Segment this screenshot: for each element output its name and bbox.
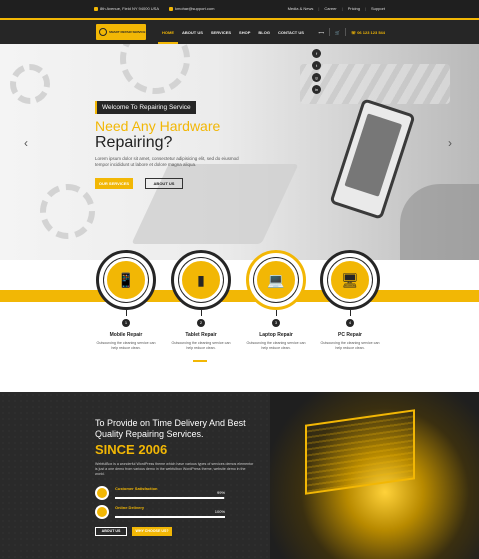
- service-title[interactable]: PC Repair: [320, 332, 380, 338]
- top-bar: 8th Avenue, Field NY 94000 USA kmohar@su…: [0, 0, 479, 18]
- since-text: SINCE 2006: [95, 442, 168, 457]
- delivery-icon: [95, 505, 109, 519]
- slider-next-icon[interactable]: ›: [448, 136, 452, 150]
- nav-shop[interactable]: SHOP: [235, 20, 254, 44]
- mobile-icon: 📱: [104, 258, 148, 302]
- toplink-pricing[interactable]: Pricing: [348, 6, 360, 11]
- nav-home[interactable]: HOME: [158, 20, 178, 44]
- share-icon[interactable]: ⟷: [318, 30, 324, 35]
- toplink-support[interactable]: Support: [371, 6, 385, 11]
- service-number: 3: [272, 319, 280, 327]
- cart-icon[interactable]: 🛒: [335, 30, 340, 35]
- laptop-icon: 💻: [254, 258, 298, 302]
- phone-icon: ☏: [351, 29, 357, 35]
- gear-decoration-icon: [120, 44, 190, 94]
- service-card[interactable]: 🖥 4 PC Repair Outsourcing the cleaning s…: [320, 250, 380, 351]
- location-icon: [94, 6, 98, 11]
- tablet-icon: ▮: [179, 258, 223, 302]
- service-circle: 💻: [246, 250, 306, 310]
- main-nav: HOME ABOUT US SERVICES SHOP BLOG CONTACT…: [158, 20, 308, 44]
- stat-bar: [115, 497, 225, 499]
- facebook-icon[interactable]: f: [312, 49, 321, 58]
- stat-bar-fill: [115, 516, 225, 518]
- stat-label: Customer Satisfaction: [115, 486, 158, 491]
- instagram-icon[interactable]: in: [312, 85, 321, 94]
- gear-decoration-icon: [10, 64, 50, 104]
- nav-contact[interactable]: CONTACT US: [274, 20, 308, 44]
- nav-services[interactable]: SERVICES: [207, 20, 235, 44]
- phone-repair-image: [329, 98, 416, 220]
- toplink-media[interactable]: Media & News: [288, 6, 314, 11]
- why-choose-us-button[interactable]: WHY CHOOSE US?: [132, 527, 172, 536]
- service-card[interactable]: 📱 1 Mobile Repair Outsourcing the cleani…: [96, 250, 156, 351]
- twitter-icon[interactable]: t: [312, 61, 321, 70]
- service-number: 1: [122, 319, 130, 327]
- about-us-button[interactable]: ABOUT US: [145, 178, 183, 189]
- laptop-image: [131, 164, 299, 244]
- service-description: Outsourcing the cleaning service can hel…: [320, 341, 380, 350]
- stat-percent: 100%: [214, 509, 225, 514]
- hero-section: f t g in ‹ ›: [0, 44, 479, 260]
- hand-image: [400, 184, 479, 260]
- nav-about[interactable]: ABOUT US: [178, 20, 207, 44]
- hero-title-line2: Repairing?: [95, 134, 173, 151]
- hero-title-line1: Need Any Hardware: [95, 118, 221, 134]
- our-services-button[interactable]: OUR SERVICES: [95, 178, 133, 189]
- toplink-career[interactable]: Career: [324, 6, 336, 11]
- service-number: 4: [346, 319, 354, 327]
- stat-bar-fill: [115, 497, 224, 499]
- slider-prev-icon[interactable]: ‹: [24, 136, 28, 150]
- stat-percent: 99%: [216, 490, 225, 495]
- address: 8th Avenue, Field NY 94000 USA: [94, 6, 159, 11]
- pc-icon: 🖥: [328, 258, 372, 302]
- service-title[interactable]: Laptop Repair: [246, 332, 306, 338]
- google-icon[interactable]: g: [312, 73, 321, 82]
- nav-blog[interactable]: BLOG: [254, 20, 274, 44]
- main-header: SMART REPAIR SERVICE HOME ABOUT US SERVI…: [0, 20, 479, 44]
- phone-number[interactable]: ☏ 06 123 123 544: [351, 30, 385, 35]
- service-description: Outsourcing the cleaning service can hel…: [171, 341, 231, 350]
- stat-bar: [115, 516, 225, 518]
- service-title[interactable]: Mobile Repair: [96, 332, 156, 338]
- services-band: [0, 290, 479, 302]
- mail-icon: [169, 6, 174, 11]
- logo-text: SMART REPAIR SERVICE: [109, 30, 146, 34]
- hero-description: Lorem ipsum dolor sit amet, consectetur …: [95, 156, 239, 167]
- logo[interactable]: SMART REPAIR SERVICE: [96, 24, 146, 40]
- service-circle: 📱: [96, 250, 156, 310]
- social-links: f t g in: [312, 49, 322, 94]
- header-actions: ⟷ 🛒 ☏ 06 123 123 544: [318, 20, 385, 44]
- service-circle: ▮: [171, 250, 231, 310]
- satisfaction-icon: [95, 486, 109, 500]
- services-underline: [193, 360, 207, 362]
- stat-label: Online Delivery: [115, 505, 145, 510]
- service-card[interactable]: ▮ 2 Tablet Repair Outsourcing the cleani…: [171, 250, 231, 351]
- service-description: Outsourcing the cleaning service can hel…: [96, 341, 156, 350]
- service-description: Outsourcing the cleaning service can hel…: [246, 341, 306, 350]
- tools-image: [300, 64, 450, 104]
- service-number: 2: [197, 319, 205, 327]
- hero-welcome: Welcome To Repairing Service: [95, 101, 196, 114]
- service-card[interactable]: 💻 3 Laptop Repair Outsourcing the cleani…: [246, 250, 306, 351]
- about-title: To Provide on Time Delivery And Best Qua…: [95, 418, 246, 439]
- gear-decoration-icon: [40, 184, 95, 239]
- service-circle: 🖥: [320, 250, 380, 310]
- email[interactable]: kmohar@support.com: [169, 6, 214, 11]
- service-title[interactable]: Tablet Repair: [171, 332, 231, 338]
- about-us-dark-button[interactable]: ABOUT US: [95, 527, 127, 536]
- about-description: WebfulBox is a wonderful WordPress theme…: [95, 462, 254, 476]
- logo-mark-icon: [99, 28, 107, 36]
